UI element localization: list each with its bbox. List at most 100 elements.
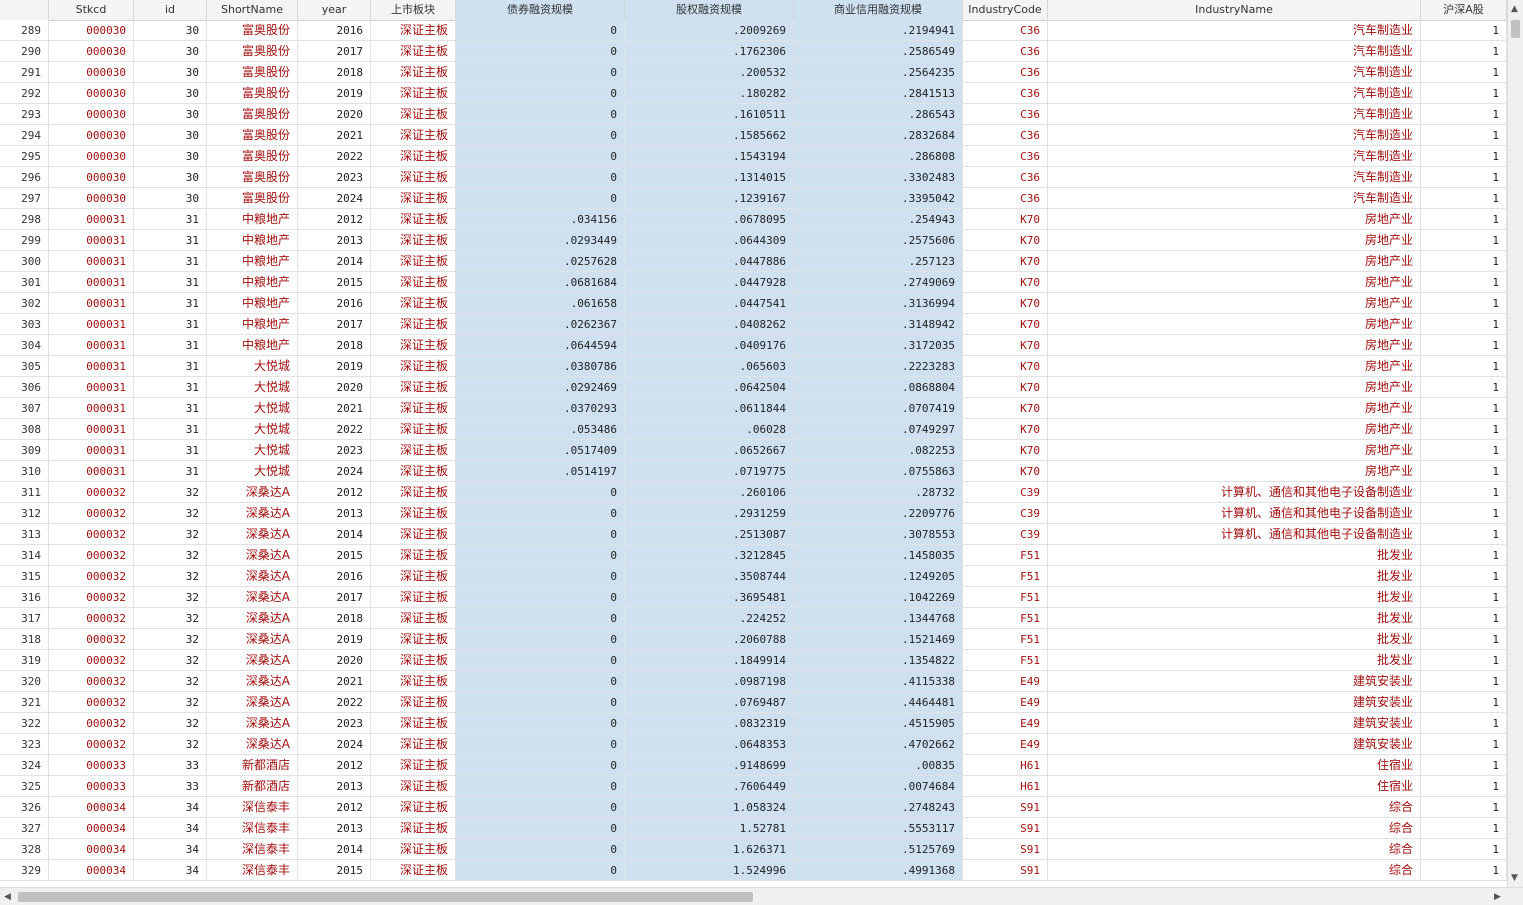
cell-year[interactable]: 2016 — [298, 566, 371, 587]
cell-trade-credit-financing[interactable]: .082253 — [794, 440, 963, 461]
cell-equity-financing[interactable]: .7606449 — [625, 776, 794, 797]
cell-industry-name[interactable]: 房地产业 — [1048, 419, 1421, 440]
cell-industry-name[interactable]: 房地产业 — [1048, 377, 1421, 398]
cell-trade-credit-financing[interactable]: .254943 — [794, 209, 963, 230]
cell-shortname[interactable]: 富奥股份 — [207, 104, 298, 125]
cell-trade-credit-financing[interactable]: .2575606 — [794, 230, 963, 251]
cell-trade-credit-financing[interactable]: .3395042 — [794, 188, 963, 209]
cell-bond-financing[interactable]: .0262367 — [456, 314, 625, 335]
header-board[interactable]: 上市板块 — [371, 0, 456, 20]
cell-industry-code[interactable]: F51 — [963, 545, 1048, 566]
cell-industry-code[interactable]: E49 — [963, 713, 1048, 734]
cell-stkcd[interactable]: 000032 — [49, 692, 134, 713]
cell-equity-financing[interactable]: .0447928 — [625, 272, 794, 293]
table-row[interactable]: 327 000034 34 深信泰丰 2013 深证主板 0 1.52781.5553117 S… — [0, 818, 1507, 839]
table-row[interactable]: 307 000031 31 大悦城 2021 深证主板 .0370293.0611844.0… — [0, 398, 1507, 419]
cell-bond-financing[interactable]: .0681684 — [456, 272, 625, 293]
cell-id[interactable]: 31 — [134, 356, 207, 377]
cell-stkcd[interactable]: 000030 — [49, 146, 134, 167]
cell-industry-code[interactable]: C36 — [963, 167, 1048, 188]
table-row[interactable]: 289 000030 30 富奥股份 2016 深证主板 0.2009269.2194941… — [0, 20, 1507, 41]
cell-board[interactable]: 深证主板 — [371, 713, 456, 734]
table-row[interactable]: 292 000030 30 富奥股份 2019 深证主板 0.180282.2841513 C… — [0, 83, 1507, 104]
cell-industry-name[interactable]: 批发业 — [1048, 608, 1421, 629]
cell-bond-financing[interactable]: 0 — [456, 671, 625, 692]
cell-year[interactable]: 2019 — [298, 83, 371, 104]
cell-stkcd[interactable]: 000031 — [49, 230, 134, 251]
cell-equity-financing[interactable]: .0987198 — [625, 671, 794, 692]
cell-id[interactable]: 30 — [134, 146, 207, 167]
cell-id[interactable]: 31 — [134, 293, 207, 314]
cell-board[interactable]: 深证主板 — [371, 524, 456, 545]
cell-shortname[interactable]: 深桑达A — [207, 671, 298, 692]
cell-industry-name[interactable]: 综合 — [1048, 797, 1421, 818]
cell-industry-code[interactable]: K70 — [963, 398, 1048, 419]
cell-year[interactable]: 2014 — [298, 839, 371, 860]
cell-sh-sz-a-share[interactable]: 1 — [1421, 314, 1507, 335]
cell-id[interactable]: 31 — [134, 377, 207, 398]
cell-trade-credit-financing[interactable]: .3148942 — [794, 314, 963, 335]
cell-industry-code[interactable]: K70 — [963, 440, 1048, 461]
cell-id[interactable]: 31 — [134, 398, 207, 419]
cell-industry-code[interactable]: H61 — [963, 755, 1048, 776]
cell-year[interactable]: 2013 — [298, 230, 371, 251]
cell-year[interactable]: 2023 — [298, 167, 371, 188]
cell-equity-financing[interactable]: .0447886 — [625, 251, 794, 272]
cell-bond-financing[interactable]: 0 — [456, 125, 625, 146]
cell-bond-financing[interactable]: .061658 — [456, 293, 625, 314]
cell-industry-code[interactable]: C39 — [963, 503, 1048, 524]
cell-trade-credit-financing[interactable]: .286543 — [794, 104, 963, 125]
cell-board[interactable]: 深证主板 — [371, 587, 456, 608]
cell-year[interactable]: 2015 — [298, 272, 371, 293]
cell-industry-code[interactable]: K70 — [963, 251, 1048, 272]
cell-stkcd[interactable]: 000034 — [49, 839, 134, 860]
cell-stkcd[interactable]: 000031 — [49, 209, 134, 230]
cell-id[interactable]: 34 — [134, 860, 207, 881]
cell-industry-code[interactable]: K70 — [963, 230, 1048, 251]
cell-id[interactable]: 31 — [134, 335, 207, 356]
table-row[interactable]: 328 000034 34 深信泰丰 2014 深证主板 0 1.626371.5125769… — [0, 839, 1507, 860]
table-row[interactable]: 291 000030 30 富奥股份 2018 深证主板 0.200532.2564235 C… — [0, 62, 1507, 83]
table-row[interactable]: 302 000031 31 中粮地产 2016 深证主板 .061658.0447541.3… — [0, 293, 1507, 314]
cell-trade-credit-financing[interactable]: .3302483 — [794, 167, 963, 188]
cell-id[interactable]: 34 — [134, 818, 207, 839]
cell-equity-financing[interactable]: .1849914 — [625, 650, 794, 671]
cell-trade-credit-financing[interactable]: .0749297 — [794, 419, 963, 440]
vertical-scroll-thumb[interactable] — [1511, 20, 1520, 38]
cell-equity-financing[interactable]: .2931259 — [625, 503, 794, 524]
cell-stkcd[interactable]: 000030 — [49, 83, 134, 104]
cell-bond-financing[interactable]: 0 — [456, 860, 625, 881]
cell-year[interactable]: 2012 — [298, 797, 371, 818]
cell-sh-sz-a-share[interactable]: 1 — [1421, 629, 1507, 650]
cell-equity-financing[interactable]: .1762306 — [625, 41, 794, 62]
cell-industry-name[interactable]: 汽车制造业 — [1048, 146, 1421, 167]
cell-shortname[interactable]: 大悦城 — [207, 461, 298, 482]
table-row[interactable]: 303 000031 31 中粮地产 2017 深证主板 .0262367.0408262.… — [0, 314, 1507, 335]
cell-id[interactable]: 32 — [134, 692, 207, 713]
cell-board[interactable]: 深证主板 — [371, 482, 456, 503]
cell-industry-code[interactable]: C36 — [963, 62, 1048, 83]
cell-board[interactable]: 深证主板 — [371, 608, 456, 629]
cell-id[interactable]: 31 — [134, 461, 207, 482]
cell-shortname[interactable]: 富奥股份 — [207, 20, 298, 41]
header-industry-name[interactable]: IndustryName — [1048, 0, 1421, 20]
cell-industry-name[interactable]: 建筑安装业 — [1048, 713, 1421, 734]
cell-equity-financing[interactable]: .1585662 — [625, 125, 794, 146]
cell-industry-name[interactable]: 批发业 — [1048, 629, 1421, 650]
cell-industry-code[interactable]: F51 — [963, 629, 1048, 650]
cell-equity-financing[interactable]: .180282 — [625, 83, 794, 104]
cell-trade-credit-financing[interactable]: .2841513 — [794, 83, 963, 104]
cell-industry-code[interactable]: C36 — [963, 188, 1048, 209]
cell-industry-code[interactable]: K70 — [963, 314, 1048, 335]
cell-trade-credit-financing[interactable]: .2749069 — [794, 272, 963, 293]
cell-year[interactable]: 2018 — [298, 62, 371, 83]
header-equity-financing[interactable]: 股权融资规模 — [625, 0, 794, 20]
cell-trade-credit-financing[interactable]: .2748243 — [794, 797, 963, 818]
cell-stkcd[interactable]: 000032 — [49, 650, 134, 671]
cell-trade-credit-financing[interactable]: .2223283 — [794, 356, 963, 377]
table-row[interactable]: 325 000033 33 新都酒店 2013 深证主板 0.7606449.0074684… — [0, 776, 1507, 797]
cell-industry-name[interactable]: 房地产业 — [1048, 335, 1421, 356]
cell-sh-sz-a-share[interactable]: 1 — [1421, 734, 1507, 755]
cell-id[interactable]: 30 — [134, 20, 207, 41]
cell-bond-financing[interactable]: .034156 — [456, 209, 625, 230]
